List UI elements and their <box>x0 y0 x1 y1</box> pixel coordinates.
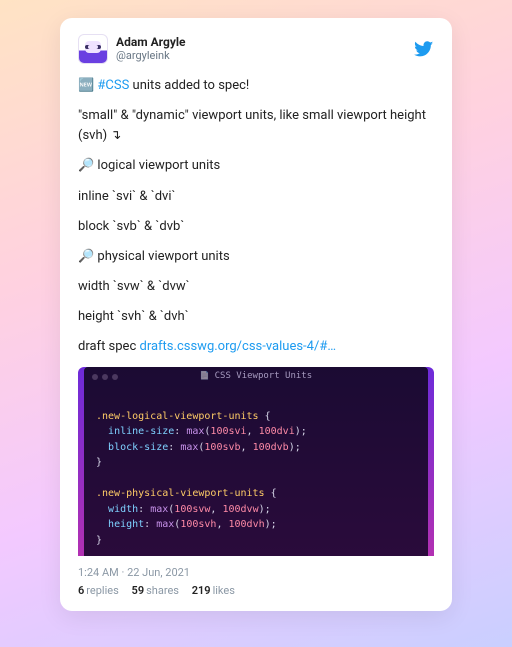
code-token: max <box>180 442 198 453</box>
hashtag-css[interactable]: #CSS <box>97 78 129 93</box>
code-token: 100dvh <box>228 519 264 530</box>
tweet-line-2: "small" & "dynamic" viewport units, like… <box>78 106 434 146</box>
replies-stat[interactable]: 6replies <box>78 584 119 597</box>
code-titlebar: CSS Viewport Units <box>84 367 428 387</box>
count: 59 <box>132 584 145 597</box>
code-token: max <box>150 504 168 515</box>
code-token: 100dvb <box>253 442 289 453</box>
text: draft spec <box>78 339 139 354</box>
tweet-line-3: 🔎 logical viewport units <box>78 156 434 176</box>
twitter-logo-icon[interactable] <box>414 39 434 59</box>
spec-link[interactable]: drafts.csswg.org/css-values-4/#… <box>139 339 336 354</box>
code-token: 100svw <box>174 504 210 515</box>
count: 219 <box>192 584 211 597</box>
tweet-header: Adam Argyle @argyleink <box>78 34 434 64</box>
code-title: CSS Viewport Units <box>84 370 428 384</box>
text: units added to spec! <box>129 78 249 93</box>
code-token: block-size <box>108 442 168 453</box>
label: replies <box>86 584 119 597</box>
tweet-stats: 6replies 59shares 219likes <box>78 584 434 597</box>
tweet-link-line: draft spec drafts.csswg.org/css-values-4… <box>78 337 434 357</box>
code-token: .new-physical-viewport-units <box>96 488 265 499</box>
tweet-card: Adam Argyle @argyleink 🆕 #CSS units adde… <box>60 18 452 611</box>
tweet-meta: 1:24 AM · 22 Jun, 2021 <box>78 566 434 579</box>
handle: @argyleink <box>116 50 186 62</box>
code-token: max <box>186 426 204 437</box>
code-token: 100dvw <box>222 504 258 515</box>
count: 6 <box>78 584 84 597</box>
tweet-line-4: inline `svi` & `dvi` <box>78 187 434 207</box>
identity[interactable]: Adam Argyle @argyleink <box>116 36 186 61</box>
avatar[interactable] <box>78 34 108 64</box>
code-image: CSS Viewport Units .new-logical-viewport… <box>78 367 434 556</box>
tweet-line-6: 🔎 physical viewport units <box>78 247 434 267</box>
code-token: inline-size <box>108 426 174 437</box>
label: shares <box>146 584 179 597</box>
tweet-date: 22 Jun, 2021 <box>127 566 190 579</box>
likes-stat[interactable]: 219likes <box>192 584 235 597</box>
code-token: 100svi <box>210 426 246 437</box>
code-token: max <box>156 519 174 530</box>
tweet-line-7: width `svw` & `dvw` <box>78 277 434 297</box>
tweet-line-1: 🆕 #CSS units added to spec! <box>78 76 434 96</box>
new-emoji: 🆕 <box>78 78 97 93</box>
code-token: 100svb <box>204 442 240 453</box>
sep: · <box>119 566 127 579</box>
display-name: Adam Argyle <box>116 36 186 49</box>
tweet-body: 🆕 #CSS units added to spec! "small" & "d… <box>78 76 434 357</box>
code-token: width <box>108 504 138 515</box>
code-token: 100svh <box>180 519 216 530</box>
tweet-time: 1:24 AM <box>78 566 119 579</box>
code-token: .new-logical-viewport-units <box>96 411 259 422</box>
code-body: .new-logical-viewport-units { inline-siz… <box>84 387 428 550</box>
code-window: CSS Viewport Units .new-logical-viewport… <box>84 367 428 556</box>
shares-stat[interactable]: 59shares <box>132 584 179 597</box>
tweet-line-5: block `svb` & `dvb` <box>78 217 434 237</box>
label: likes <box>213 584 235 597</box>
tweet-line-8: height `svh` & `dvh` <box>78 307 434 327</box>
code-token: height <box>108 519 144 530</box>
code-token: 100dvi <box>259 426 295 437</box>
